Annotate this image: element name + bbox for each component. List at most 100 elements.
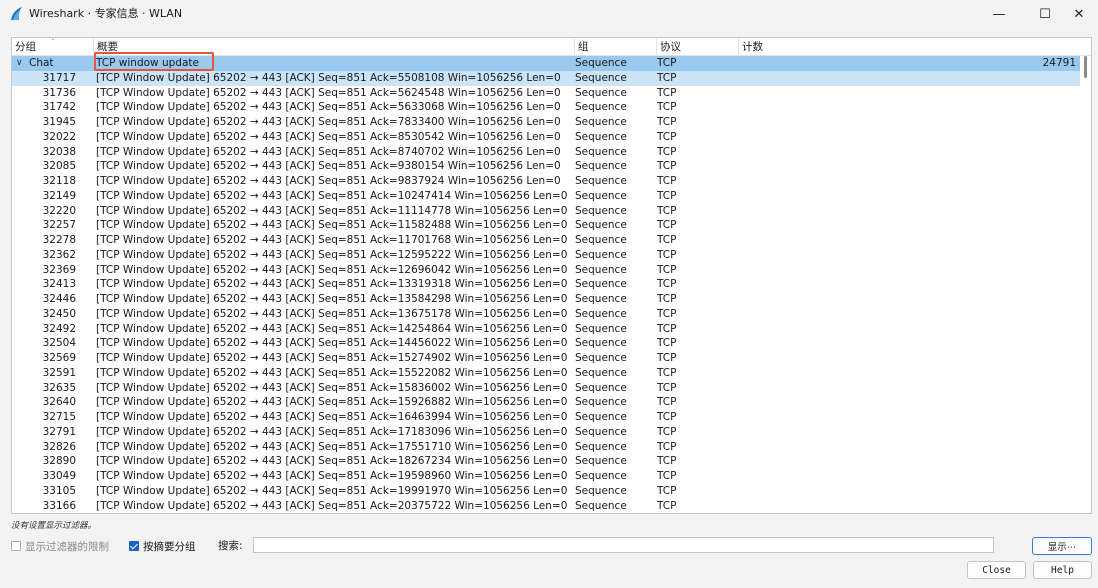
- summary-cell: [TCP Window Update] 65202 → 443 [ACK] Se…: [96, 499, 568, 512]
- parent-count-cell: 24791: [1042, 57, 1076, 69]
- column-header-count[interactable]: 计数: [739, 38, 1091, 56]
- table-row[interactable]: 32149 [TCP Window Update] 65202 → 443 [AC…: [12, 189, 1080, 204]
- protocol-cell: TCP: [657, 219, 677, 232]
- table-row[interactable]: 32022 [TCP Window Update] 65202 → 443 [AC…: [12, 130, 1080, 145]
- packet-number-cell: 32791: [42, 425, 76, 438]
- grp-cell: Sequence: [575, 366, 627, 379]
- packet-number-cell: 32635: [42, 381, 76, 394]
- table-row[interactable]: 32492 [TCP Window Update] 65202 → 443 [AC…: [12, 322, 1080, 337]
- group-by-summary-option[interactable]: 按摘要分组: [129, 539, 196, 553]
- search-label: 搜索:: [218, 540, 243, 552]
- table-row[interactable]: 33166 [TCP Window Update] 65202 → 443 [AC…: [12, 499, 1080, 514]
- title-bar[interactable]: Wireshark · 专家信息 · WLAN — ☐ ✕: [0, 0, 1098, 28]
- grp-cell: Sequence: [575, 425, 627, 438]
- filter-limit-option[interactable]: 显示过滤器的限制: [11, 539, 109, 553]
- summary-cell: [TCP Window Update] 65202 → 443 [ACK] Se…: [96, 484, 568, 497]
- table-row[interactable]: 32038 [TCP Window Update] 65202 → 443 [AC…: [12, 145, 1080, 160]
- table-row[interactable]: 32791 [TCP Window Update] 65202 → 443 [AC…: [12, 425, 1080, 440]
- protocol-cell: TCP: [657, 189, 677, 202]
- protocol-cell: TCP: [657, 116, 677, 128]
- table-row[interactable]: 31717 [TCP Window Update] 65202 → 443 [AC…: [12, 70, 1080, 86]
- scrollbar-thumb[interactable]: [1084, 56, 1087, 78]
- summary-cell: [TCP Window Update] 65202 → 443 [ACK] Se…: [96, 263, 568, 276]
- window-close-button[interactable]: ✕: [1060, 0, 1098, 28]
- vertical-scrollbar[interactable]: [1080, 56, 1091, 513]
- grp-cell: Sequence: [575, 145, 627, 158]
- parent-summary-cell: TCP window update: [96, 57, 199, 69]
- table-row[interactable]: 33105 [TCP Window Update] 65202 → 443 [AC…: [12, 484, 1080, 499]
- protocol-cell: TCP: [657, 484, 677, 497]
- summary-cell: [TCP Window Update] 65202 → 443 [ACK] Se…: [96, 411, 568, 423]
- grp-cell: Sequence: [575, 352, 627, 364]
- table-row[interactable]: 32362 [TCP Window Update] 65202 → 443 [AC…: [12, 248, 1080, 263]
- search-input[interactable]: [253, 537, 994, 553]
- column-header-group[interactable]: 分组 ˇ: [12, 38, 94, 56]
- protocol-cell: TCP: [657, 470, 677, 482]
- protocol-cell: TCP: [657, 499, 677, 512]
- help-button[interactable]: Help: [1033, 561, 1092, 579]
- group-by-summary-checkbox[interactable]: [129, 541, 139, 551]
- summary-cell: [TCP Window Update] 65202 → 443 [ACK] Se…: [96, 160, 561, 173]
- table-row[interactable]: 32890 [TCP Window Update] 65202 → 443 [AC…: [12, 454, 1080, 469]
- table-row[interactable]: 33049 [TCP Window Update] 65202 → 443 [AC…: [12, 469, 1080, 484]
- column-header-grp[interactable]: 组: [575, 38, 657, 56]
- table-row[interactable]: 32450 [TCP Window Update] 65202 → 443 [AC…: [12, 307, 1080, 322]
- expert-info-tree[interactable]: 分组 ˇ 概要 组 协议 计数 ∨ Chat TCP window update…: [11, 37, 1092, 514]
- sort-indicator-icon: ˇ: [51, 38, 55, 47]
- packet-number-cell: 32591: [42, 366, 76, 379]
- protocol-cell: TCP: [657, 411, 677, 423]
- table-row[interactable]: 32278 [TCP Window Update] 65202 → 443 [AC…: [12, 233, 1080, 248]
- parent-grp-cell: Sequence: [575, 57, 627, 69]
- protocol-cell: TCP: [657, 322, 677, 335]
- table-row[interactable]: 32257 [TCP Window Update] 65202 → 443 [AC…: [12, 218, 1080, 233]
- window-title: Wireshark · 专家信息 · WLAN: [29, 7, 183, 20]
- tree-row-parent[interactable]: ∨ Chat TCP window update Sequence TCP 24…: [12, 56, 1080, 71]
- parent-group-cell: Chat: [29, 57, 54, 69]
- table-row[interactable]: 32569 [TCP Window Update] 65202 → 443 [AC…: [12, 351, 1080, 366]
- minimize-button[interactable]: —: [976, 0, 1022, 28]
- table-row[interactable]: 31736 [TCP Window Update] 65202 → 443 [AC…: [12, 86, 1080, 101]
- parent-proto-cell: TCP: [657, 57, 677, 69]
- protocol-cell: TCP: [657, 425, 677, 438]
- protocol-cell: TCP: [657, 130, 677, 143]
- packet-number-cell: 32569: [42, 352, 76, 364]
- table-row[interactable]: 32118 [TCP Window Update] 65202 → 443 [AC…: [12, 174, 1080, 189]
- summary-cell: [TCP Window Update] 65202 → 443 [ACK] Se…: [96, 219, 568, 232]
- close-button[interactable]: Close: [967, 561, 1026, 579]
- table-row[interactable]: 32504 [TCP Window Update] 65202 → 443 [AC…: [12, 336, 1080, 351]
- table-row[interactable]: 32591 [TCP Window Update] 65202 → 443 [AC…: [12, 366, 1080, 381]
- summary-cell: [TCP Window Update] 65202 → 443 [ACK] Se…: [96, 366, 568, 379]
- grp-cell: Sequence: [575, 484, 627, 497]
- column-header-summary[interactable]: 概要: [94, 38, 575, 56]
- packet-number-cell: 33166: [42, 499, 76, 512]
- protocol-cell: TCP: [657, 234, 677, 246]
- protocol-cell: TCP: [657, 455, 677, 468]
- tree-rows: ∨ Chat TCP window update Sequence TCP 24…: [12, 56, 1080, 514]
- table-row[interactable]: 31945 [TCP Window Update] 65202 → 443 [AC…: [12, 115, 1080, 130]
- packet-number-cell: 32149: [42, 189, 76, 202]
- table-row[interactable]: 32446 [TCP Window Update] 65202 → 443 [AC…: [12, 292, 1080, 307]
- packet-number-cell: 32257: [42, 219, 76, 232]
- protocol-cell: TCP: [657, 160, 677, 173]
- grp-cell: Sequence: [575, 248, 627, 261]
- summary-cell: [TCP Window Update] 65202 → 443 [ACK] Se…: [96, 307, 568, 320]
- table-row[interactable]: 32085 [TCP Window Update] 65202 → 443 [AC…: [12, 159, 1080, 174]
- table-row[interactable]: 32635 [TCP Window Update] 65202 → 443 [AC…: [12, 381, 1080, 396]
- table-row[interactable]: 32413 [TCP Window Update] 65202 → 443 [AC…: [12, 277, 1080, 292]
- table-row[interactable]: 31742 [TCP Window Update] 65202 → 443 [AC…: [12, 100, 1080, 115]
- expert-info-window: Wireshark · 专家信息 · WLAN — ☐ ✕ 分组 ˇ 概要 组 …: [0, 0, 1098, 588]
- table-row[interactable]: 32826 [TCP Window Update] 65202 → 443 [AC…: [12, 440, 1080, 455]
- table-row[interactable]: 32715 [TCP Window Update] 65202 → 443 [AC…: [12, 410, 1080, 425]
- filter-limit-checkbox[interactable]: [11, 541, 21, 551]
- grp-cell: Sequence: [575, 293, 627, 305]
- show-button[interactable]: 显示⋯: [1032, 537, 1092, 555]
- column-header-protocol[interactable]: 协议: [657, 38, 739, 56]
- table-row[interactable]: 32220 [TCP Window Update] 65202 → 443 [AC…: [12, 204, 1080, 219]
- summary-cell: [TCP Window Update] 65202 → 443 [ACK] Se…: [96, 278, 568, 291]
- table-row[interactable]: 32369 [TCP Window Update] 65202 → 443 [AC…: [12, 263, 1080, 278]
- column-header-group-label: 分组: [15, 41, 36, 53]
- protocol-cell: TCP: [657, 175, 677, 187]
- grp-cell: Sequence: [575, 499, 627, 512]
- table-row[interactable]: 32640 [TCP Window Update] 65202 → 443 [AC…: [12, 395, 1080, 410]
- packet-number-cell: 31742: [42, 101, 76, 114]
